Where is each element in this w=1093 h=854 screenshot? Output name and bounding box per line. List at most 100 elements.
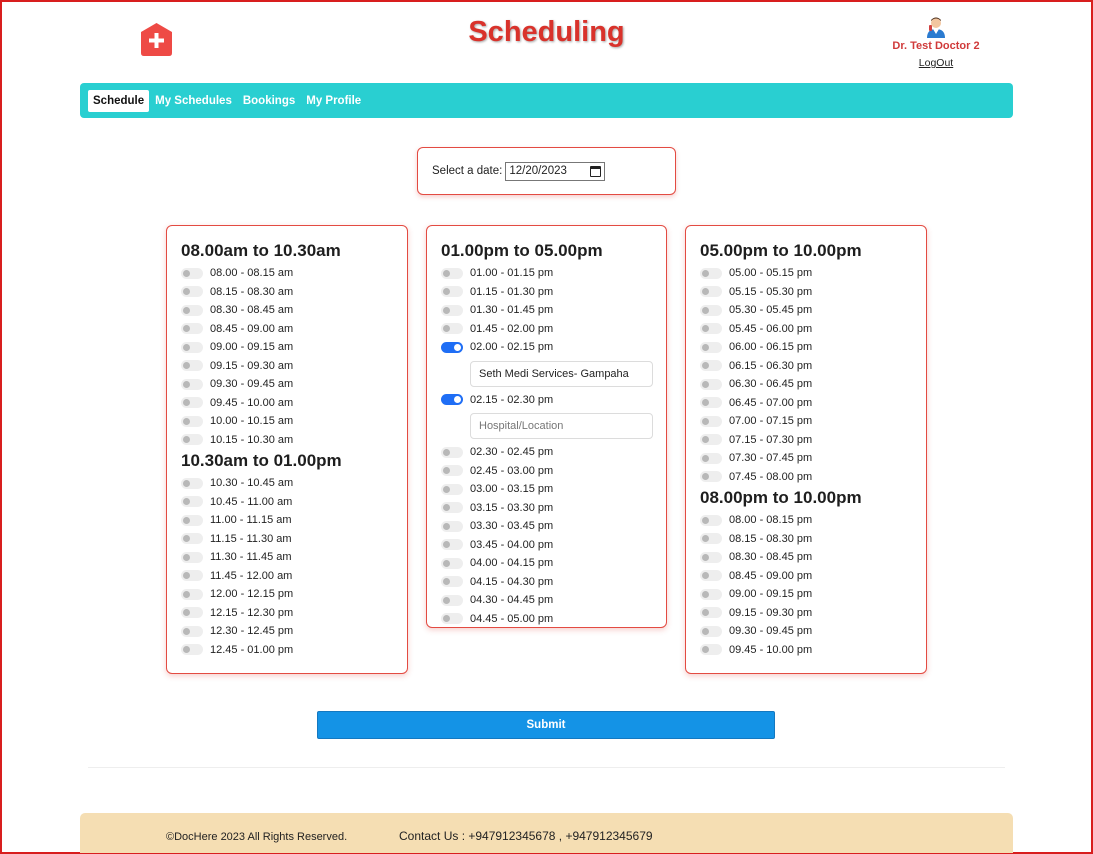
slot-toggle[interactable] [441, 502, 463, 514]
slot-label: 08.30 - 08.45 pm [729, 551, 813, 564]
slot-toggle[interactable] [181, 434, 203, 446]
slot-toggle[interactable] [700, 341, 722, 353]
slot-label: 04.15 - 04.30 pm [470, 575, 554, 588]
time-slot-row: 03.00 - 03.15 pm [441, 480, 666, 499]
slot-toggle[interactable] [181, 304, 203, 316]
slot-toggle[interactable] [441, 446, 463, 458]
slot-toggle[interactable] [181, 267, 203, 279]
calendar-icon[interactable] [590, 165, 602, 177]
slot-toggle[interactable] [441, 594, 463, 606]
time-slot-row: 10.30 - 10.45 am [181, 474, 407, 493]
slot-toggle[interactable] [181, 588, 203, 600]
time-slot-row: 09.15 - 09.30 am [181, 357, 407, 376]
slot-toggle[interactable] [181, 496, 203, 508]
slot-toggle[interactable] [181, 397, 203, 409]
time-slot-row: 07.30 - 07.45 pm [700, 449, 926, 468]
slot-toggle[interactable] [181, 378, 203, 390]
nav-item-my-profile[interactable]: My Profile [301, 90, 366, 112]
nav-item-my-schedules[interactable]: My Schedules [150, 90, 237, 112]
slot-toggle[interactable] [441, 267, 463, 279]
time-slot-row: 07.00 - 07.15 pm [700, 412, 926, 431]
slot-toggle[interactable] [441, 286, 463, 298]
slot-toggle[interactable] [441, 304, 463, 316]
slot-label: 03.30 - 03.45 pm [470, 520, 554, 533]
slot-toggle[interactable] [181, 551, 203, 563]
slot-toggle[interactable] [181, 341, 203, 353]
slot-toggle[interactable] [441, 394, 463, 406]
slot-label: 07.00 - 07.15 pm [729, 415, 813, 428]
slot-toggle[interactable] [441, 520, 463, 532]
slot-toggle[interactable] [700, 625, 722, 637]
nav-item-schedule[interactable]: Schedule [88, 89, 150, 112]
slot-toggle[interactable] [700, 533, 722, 545]
time-slot-row: 01.30 - 01.45 pm [441, 301, 666, 320]
time-slot-row: 12.00 - 12.15 pm [181, 585, 407, 604]
slot-toggle[interactable] [181, 477, 203, 489]
date-input[interactable]: 12/20/2023 [505, 161, 606, 181]
time-slot-row: 01.45 - 02.00 pm [441, 320, 666, 339]
slot-label: 11.00 - 11.15 am [210, 514, 292, 527]
slot-toggle[interactable] [181, 360, 203, 372]
logout-link[interactable]: LogOut [880, 57, 992, 69]
slot-toggle[interactable] [441, 613, 463, 625]
slot-toggle[interactable] [181, 625, 203, 637]
slot-toggle[interactable] [700, 514, 722, 526]
slot-toggle[interactable] [181, 570, 203, 582]
slot-toggle[interactable] [700, 471, 722, 483]
slot-toggle[interactable] [700, 588, 722, 600]
slot-toggle[interactable] [700, 434, 722, 446]
slot-toggle[interactable] [441, 576, 463, 588]
slot-toggle[interactable] [700, 378, 722, 390]
slot-toggle[interactable] [700, 304, 722, 316]
slot-toggle[interactable] [700, 570, 722, 582]
slot-label: 08.15 - 08.30 pm [729, 532, 813, 545]
time-slot-row: 12.15 - 12.30 pm [181, 604, 407, 623]
slot-toggle[interactable] [181, 323, 203, 335]
slot-toggle[interactable] [181, 514, 203, 526]
slot-label: 03.45 - 04.00 pm [470, 538, 554, 551]
time-slot-row: 11.00 - 11.15 am [181, 511, 407, 530]
slot-toggle[interactable] [700, 360, 722, 372]
slot-toggle[interactable] [700, 267, 722, 279]
slot-toggle[interactable] [700, 415, 722, 427]
time-slot-row: 09.00 - 09.15 pm [700, 585, 926, 604]
slot-toggle[interactable] [700, 551, 722, 563]
slot-toggle[interactable] [181, 415, 203, 427]
slot-card-afternoon: 01.00pm to 05.00pm 01.00 - 01.15 pm 01.15 … [426, 225, 667, 628]
slot-toggle[interactable] [441, 341, 463, 353]
slot-toggle[interactable] [181, 286, 203, 298]
location-input[interactable]: Hospital/Location [470, 413, 653, 439]
slot-toggle[interactable] [441, 557, 463, 569]
time-slot-row: 04.15 - 04.30 pm [441, 573, 666, 592]
date-label: Select a date: [432, 165, 503, 177]
slot-toggle[interactable] [441, 465, 463, 477]
slot-label: 08.00 - 08.15 pm [729, 514, 813, 527]
slot-toggle[interactable] [700, 286, 722, 298]
slot-toggle[interactable] [181, 607, 203, 619]
slot-label: 09.30 - 09.45 am [210, 378, 294, 391]
slot-toggle[interactable] [181, 644, 203, 656]
slot-group-title: 05.00pm to 10.00pm [700, 241, 862, 260]
submit-button[interactable]: Submit [317, 711, 775, 739]
slot-toggle[interactable] [700, 397, 722, 409]
slot-toggle[interactable] [441, 483, 463, 495]
slot-label: 08.00 - 08.15 am [210, 267, 294, 280]
slot-label: 08.45 - 09.00 am [210, 322, 294, 335]
time-slot-row: 09.30 - 09.45 pm [700, 622, 926, 641]
slot-toggle[interactable] [700, 607, 722, 619]
slot-toggle[interactable] [700, 323, 722, 335]
slot-toggle[interactable] [181, 533, 203, 545]
slot-card-evening: 05.00pm to 10.00pm 05.00 - 05.15 pm 05.15 … [685, 225, 927, 674]
slot-label: 09.15 - 09.30 pm [729, 606, 813, 619]
slot-toggle[interactable] [700, 644, 722, 656]
doctor-avatar-icon [927, 17, 945, 38]
slot-toggle[interactable] [441, 323, 463, 335]
time-slot-row: 11.45 - 12.00 am [181, 567, 407, 586]
time-slot-row: 07.45 - 08.00 pm [700, 468, 926, 487]
slot-toggle[interactable] [700, 452, 722, 464]
slot-toggle[interactable] [441, 539, 463, 551]
slot-label: 08.30 - 08.45 am [210, 304, 294, 317]
nav-item-bookings[interactable]: Bookings [238, 90, 300, 112]
time-slot-row: 05.45 - 06.00 pm [700, 320, 926, 339]
location-input[interactable]: Seth Medi Services- Gampaha [470, 360, 653, 387]
